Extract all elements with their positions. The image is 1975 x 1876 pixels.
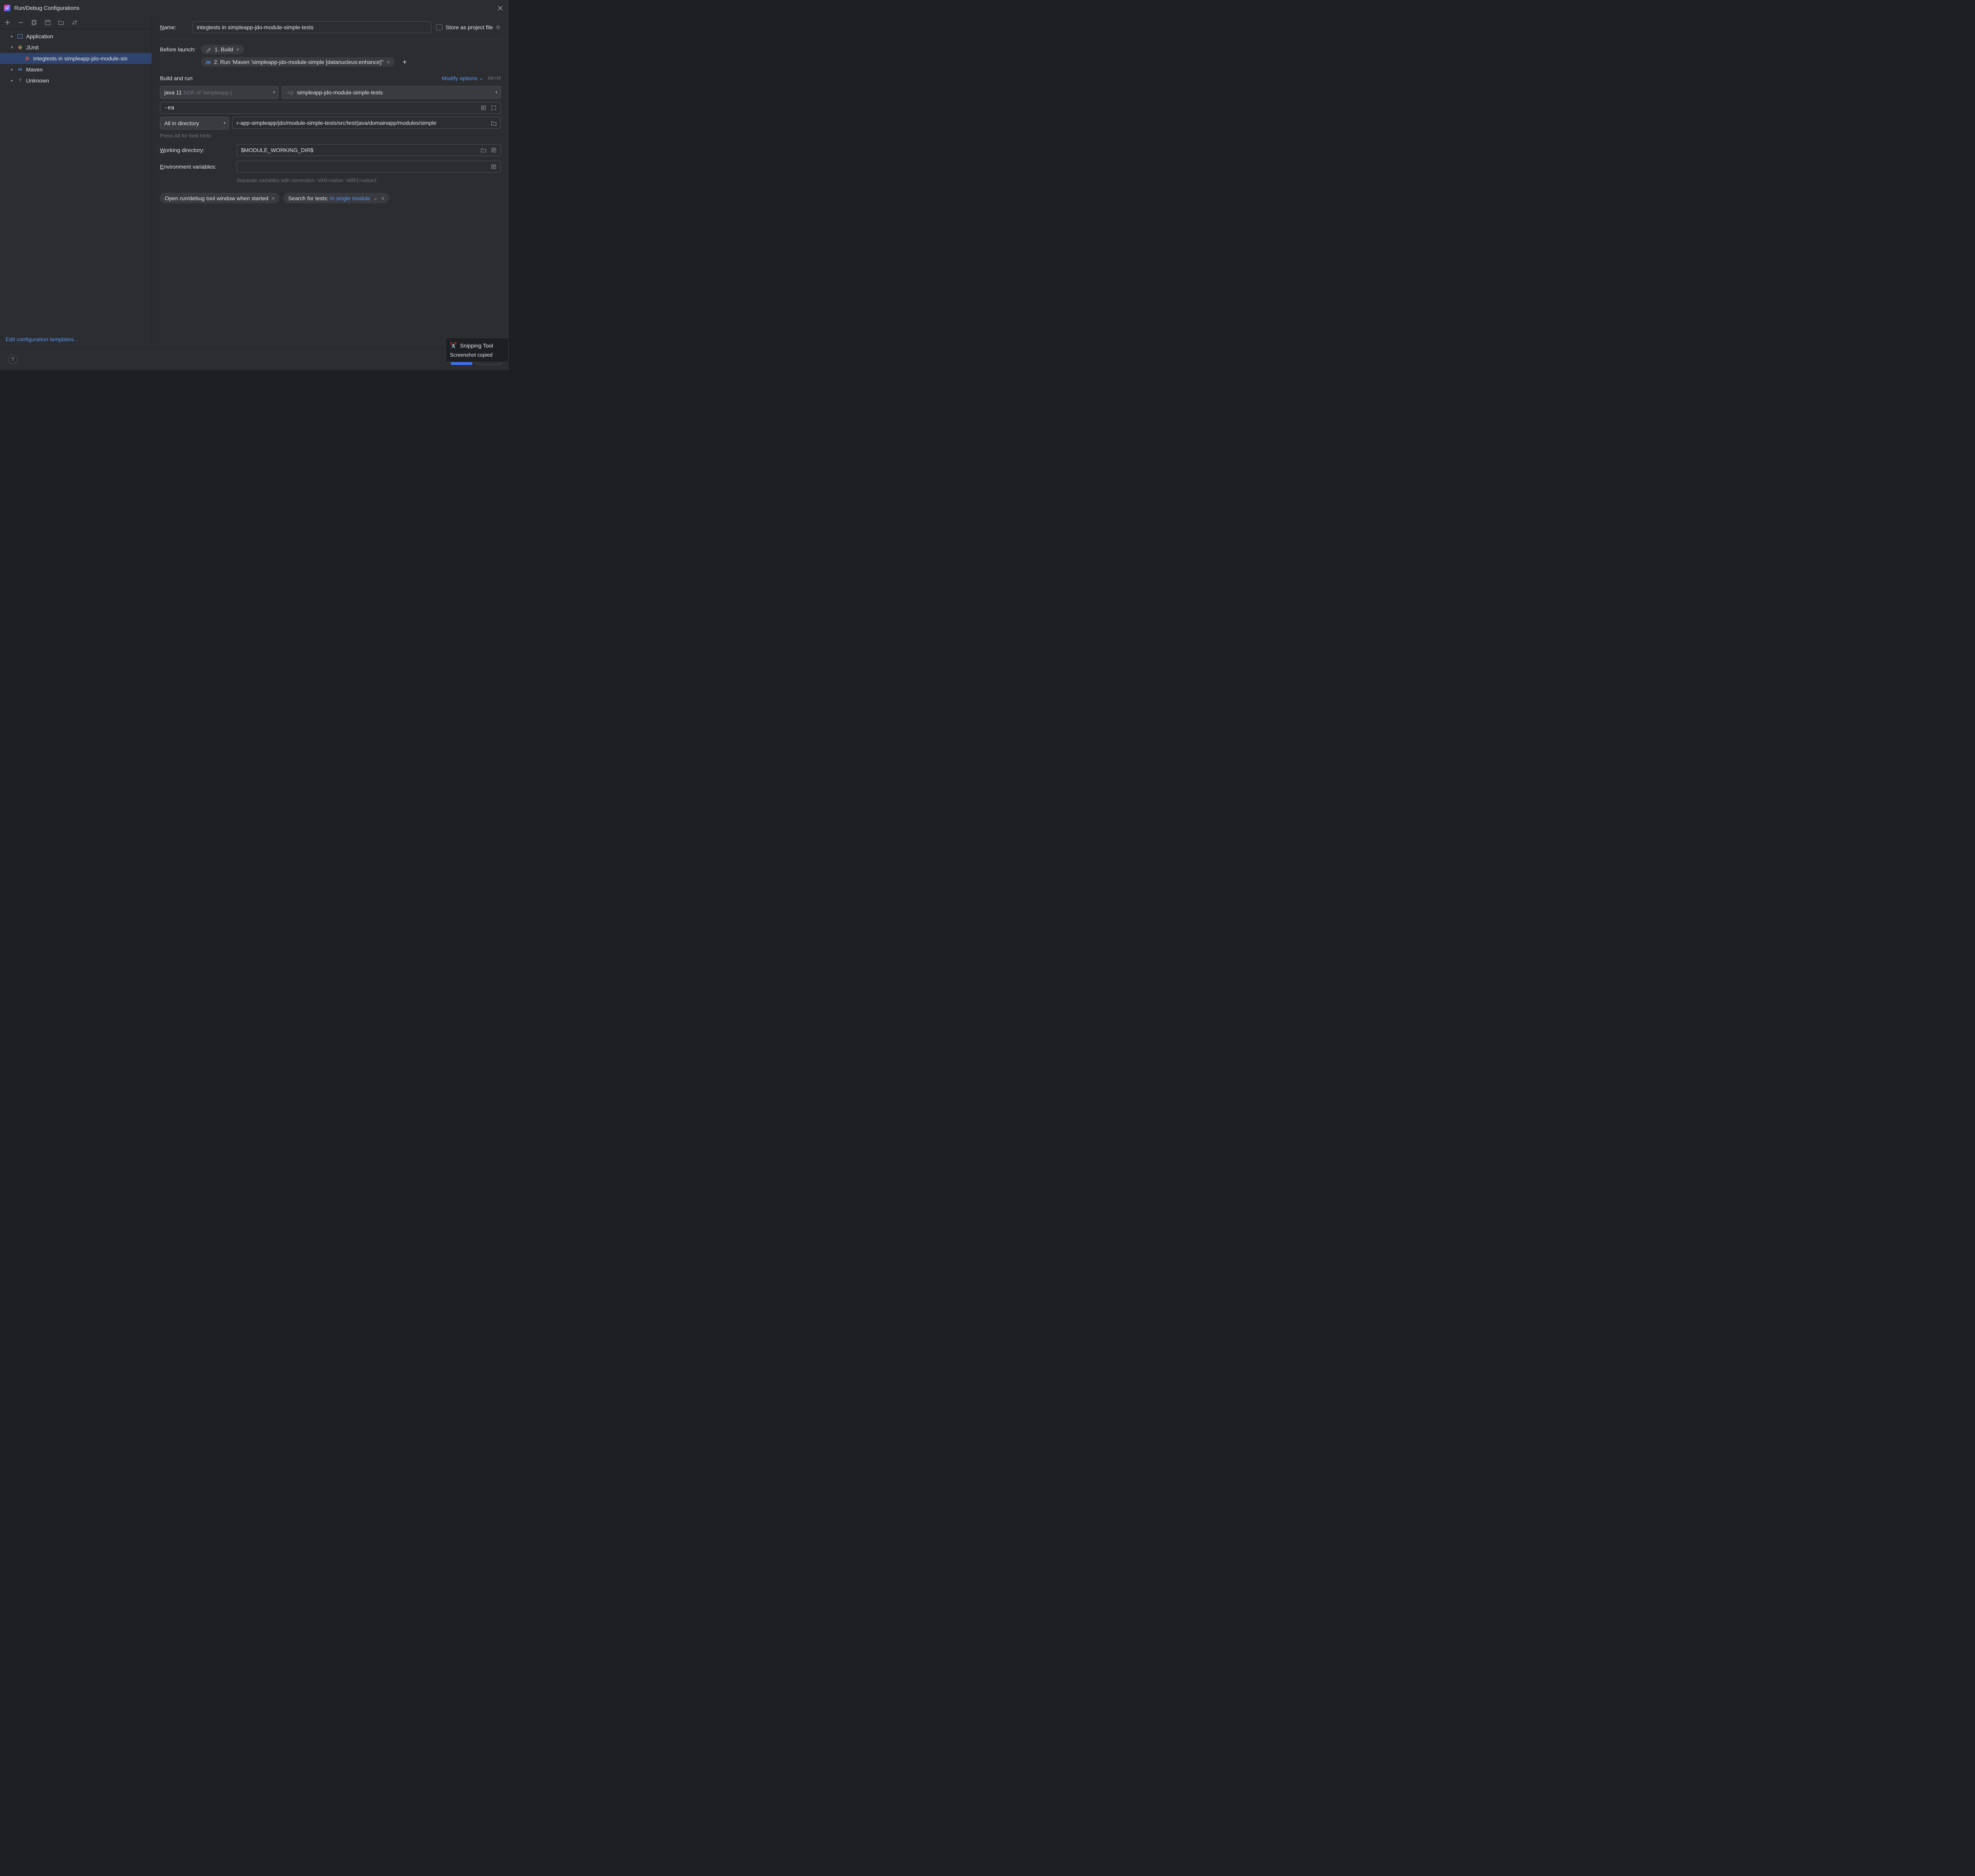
remove-option-icon[interactable]: × [381, 195, 384, 201]
vmopts-row [160, 102, 501, 114]
before-launch-label: Before launch: [160, 46, 196, 53]
snip-title: ✂️ Snipping Tool [450, 342, 504, 349]
expand-icon[interactable] [490, 104, 498, 112]
folder-config-button[interactable] [57, 18, 66, 27]
open-tool-window-pill[interactable]: Open run/debug tool window when started … [160, 193, 279, 203]
name-input[interactable] [192, 21, 431, 33]
jdk-select[interactable]: java 11 SDK of 'simpleapp-j ▾ [160, 86, 278, 99]
snipping-tool-toast: ✂️ Snipping Tool Screenshot copied [446, 338, 509, 362]
jdk-classpath-row: java 11 SDK of 'simpleapp-j ▾ -cp simple… [160, 86, 501, 99]
chevron-down-icon: ⌄ [479, 75, 484, 81]
pill-label: Search for tests: In single module [288, 195, 370, 201]
working-dir-input[interactable] [237, 144, 501, 156]
tree-label: Maven [26, 66, 43, 73]
field-hint: Press Alt for field hints [160, 133, 501, 139]
directory-row: All in directory ▾ [160, 117, 501, 130]
tree-item-unknown[interactable]: ▸ ? Unknown [0, 75, 152, 86]
dialog-body: ▸ Application ▾ JUnit integtests in simp… [0, 16, 509, 348]
copy-config-button[interactable] [30, 18, 39, 27]
name-label: Name: [160, 24, 188, 30]
content-panel: Name: Store as project file Before launc… [152, 16, 509, 348]
chevron-right-icon: ▸ [11, 68, 17, 72]
pill-label: Open run/debug tool window when started [165, 195, 268, 201]
snip-message: Screenshot copied [450, 352, 504, 358]
help-button[interactable]: ? [8, 355, 17, 364]
save-config-button[interactable] [43, 18, 52, 27]
shortcut-hint: Alt+M [487, 75, 501, 81]
remove-task-icon[interactable]: × [387, 59, 390, 65]
chevron-down-icon: ▾ [273, 90, 275, 95]
build-run-header: Build and run Modify options ⌄ Alt+M [160, 75, 501, 81]
junit-icon [17, 44, 24, 51]
config-tree: ▸ Application ▾ JUnit integtests in simp… [0, 29, 152, 336]
tree-label: JUnit [26, 44, 39, 51]
application-icon [17, 33, 24, 40]
hammer-icon [206, 47, 211, 52]
history-icon[interactable] [480, 104, 487, 112]
chevron-down-icon: ▾ [11, 45, 17, 50]
tree-item-maven[interactable]: ▸ m Maven [0, 64, 152, 75]
build-run-label: Build and run [160, 75, 193, 81]
maven-icon: m [17, 66, 24, 73]
maven-icon: m [206, 59, 211, 65]
task-build[interactable]: 1. Build × [201, 45, 244, 54]
edit-templates-link[interactable]: Edit configuration templates... [0, 336, 152, 348]
list-icon[interactable] [490, 163, 498, 171]
working-dir-row: Working directory: [160, 144, 501, 156]
sidebar: ▸ Application ▾ JUnit integtests in simp… [0, 16, 152, 348]
classpath-select[interactable]: -cp simpleapp-jdo-module-simple-tests ▾ [282, 86, 501, 99]
chevron-down-icon: ⌄ [373, 195, 378, 201]
run-debug-dialog: IJ Run/Debug Configurations ▸ Applicatio… [0, 0, 509, 370]
directory-input[interactable] [232, 117, 501, 129]
task-label: 2. Run 'Maven 'simpleapp-jdo-module-simp… [214, 59, 384, 65]
working-dir-label: Working directory: [160, 147, 231, 153]
env-label: Environment variables: [160, 164, 231, 170]
tree-item-junit[interactable]: ▾ JUnit [0, 42, 152, 53]
chevron-right-icon: ▸ [11, 79, 17, 83]
store-checkbox[interactable] [436, 24, 442, 30]
add-config-button[interactable] [3, 18, 12, 27]
chevron-right-icon: ▸ [11, 34, 17, 39]
vmopts-input[interactable] [160, 102, 501, 114]
add-task-button[interactable]: + [400, 58, 409, 66]
remove-task-icon[interactable]: × [236, 46, 239, 53]
search-tests-pill[interactable]: Search for tests: In single module ⌄ × [283, 193, 389, 203]
tree-item-application[interactable]: ▸ Application [0, 31, 152, 42]
task-label: 1. Build [214, 46, 233, 53]
remove-config-button[interactable] [17, 18, 25, 27]
folder-icon[interactable] [490, 119, 498, 127]
scissors-icon: ✂️ [450, 342, 457, 349]
modify-options-link[interactable]: Modify options ⌄ [442, 75, 483, 81]
scope-select[interactable]: All in directory ▾ [160, 117, 229, 130]
remove-option-icon[interactable]: × [271, 195, 275, 201]
chevron-down-icon: ▾ [224, 121, 226, 126]
env-input[interactable] [237, 161, 501, 173]
intellij-icon: IJ [4, 5, 10, 11]
junit-test-icon [24, 55, 31, 62]
tree-label: Unknown [26, 77, 49, 84]
name-row: Name: Store as project file [160, 21, 501, 33]
gear-icon[interactable] [495, 24, 501, 30]
unknown-icon: ? [17, 77, 24, 84]
store-label: Store as project file [446, 24, 493, 30]
chevron-down-icon: ▾ [495, 90, 497, 95]
sidebar-toolbar [0, 16, 152, 29]
sort-config-button[interactable] [70, 18, 79, 27]
tree-label: integtests in simpleapp-jdo-module-sin [33, 55, 128, 62]
options-pills: Open run/debug tool window when started … [160, 193, 501, 203]
close-button[interactable] [495, 3, 505, 13]
titlebar: IJ Run/Debug Configurations [0, 0, 509, 16]
task-maven[interactable]: m 2. Run 'Maven 'simpleapp-jdo-module-si… [201, 57, 395, 67]
before-launch-section: Before launch: 1. Build × m 2. Run 'Mave… [160, 45, 501, 67]
tree-label: Application [26, 33, 53, 39]
dialog-title: Run/Debug Configurations [14, 5, 79, 11]
env-row: Environment variables: [160, 161, 501, 173]
folder-icon[interactable] [480, 146, 487, 154]
tasks-column: 1. Build × m 2. Run 'Maven 'simpleapp-jd… [201, 45, 409, 67]
env-hint: Separate variables with semicolon: VAR=v… [237, 177, 501, 183]
dialog-footer: ? OK Can [0, 348, 509, 370]
history-icon[interactable] [490, 146, 498, 154]
tree-item-selected-config[interactable]: integtests in simpleapp-jdo-module-sin [0, 53, 152, 64]
